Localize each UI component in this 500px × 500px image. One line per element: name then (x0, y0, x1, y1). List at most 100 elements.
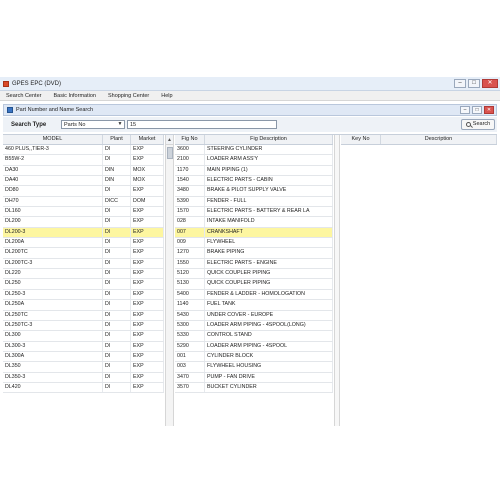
table-row[interactable]: DL420 DI EXP (3, 382, 164, 394)
table-row[interactable]: DL350 DI EXP (3, 362, 164, 373)
search-type-label: Search Type (11, 121, 47, 128)
model-cell: DL300-3 (3, 341, 103, 351)
table-row[interactable]: 5430 UNDER COVER - EUROPE (175, 310, 333, 321)
table-row[interactable]: 001 CYLINDER BLOCK (175, 351, 333, 363)
market-cell: EXP (131, 227, 164, 238)
panel-divider[interactable] (334, 135, 340, 426)
model-cell: DL200TC (3, 248, 103, 258)
table-row[interactable]: 1540 ELECTRIC PARTS - CABIN (175, 176, 333, 187)
menu-shopping-center[interactable]: Shopping Center (102, 93, 155, 99)
table-row[interactable]: 3600 STEERING CYLINDER (175, 145, 333, 156)
fig-no-cell: 1550 (175, 258, 205, 269)
search-type-dropdown[interactable]: Parts No ▼ (61, 120, 125, 129)
table-row[interactable]: DL200-3 DI EXP (3, 227, 164, 239)
table-row[interactable]: 1170 MAIN PIPING (1) (175, 165, 333, 177)
model-cell: DL200-3 (3, 227, 103, 238)
subwindow-maximize-button[interactable]: □ (472, 106, 482, 114)
maximize-button[interactable]: □ (468, 79, 480, 88)
table-row[interactable]: 5290 LOADER ARM PIPING - 4SPOOL (175, 341, 333, 352)
model-cell: DL160 (3, 207, 103, 217)
table-row[interactable]: 028 INTAKE MANIFOLD (175, 217, 333, 228)
table-row[interactable]: DL300-3 DI EXP (3, 341, 164, 352)
table-row[interactable]: 003 FLYWHEEL HOUSING (175, 362, 333, 373)
col-header-fig-description[interactable]: Fig Description (205, 135, 333, 144)
table-row[interactable]: 5300 LOADER ARM PIPING - 4SPOOL(LONG) (175, 320, 333, 332)
table-row[interactable]: 007 CRANKSHAFT (175, 227, 333, 239)
search-button[interactable]: Search (461, 119, 495, 130)
col-header-key-no[interactable]: Key No (341, 135, 381, 144)
fig-description-cell: INTAKE MANIFOLD (205, 217, 333, 227)
table-row[interactable]: DL300 DI EXP (3, 331, 164, 342)
table-row[interactable]: 1140 FUEL TANK (175, 300, 333, 311)
col-header-market[interactable]: Market (131, 135, 164, 144)
table-row[interactable]: 5400 FENDER & LADDER - HOMOLOGATION (175, 289, 333, 301)
fig-no-cell: 007 (175, 227, 205, 238)
table-row[interactable]: DL200TC DI EXP (3, 248, 164, 259)
table-row[interactable]: 3470 PUMP - FAN DRIVE (175, 372, 333, 383)
menu-basic-information[interactable]: Basic Information (47, 93, 102, 99)
model-cell: DD80 (3, 186, 103, 196)
table-row[interactable]: DA40 DIN MOX (3, 176, 164, 187)
table-row[interactable]: DL220 DI EXP (3, 269, 164, 280)
table-row[interactable]: DD80 DI EXP (3, 186, 164, 197)
fig-description-cell: FLYWHEEL HOUSING (205, 362, 333, 372)
fig-no-cell: 3600 (175, 145, 205, 155)
minimize-button[interactable]: – (454, 79, 466, 88)
table-row[interactable]: 5130 QUICK COUPLER PIPING (175, 279, 333, 290)
fig-no-cell: 5330 (175, 331, 205, 341)
market-cell: EXP (131, 289, 164, 300)
table-row[interactable]: 5330 CONTROL STAND (175, 331, 333, 342)
table-row[interactable]: 1550 ELECTRIC PARTS - ENGINE (175, 258, 333, 270)
subwindow-close-button[interactable]: ✕ (484, 106, 494, 114)
col-header-plant[interactable]: Plant (103, 135, 131, 144)
fig-description-cell: MAIN PIPING (1) (205, 165, 333, 176)
market-cell: MOX (131, 165, 164, 176)
plant-cell: DI (103, 310, 131, 320)
table-row[interactable]: DL250 DI EXP (3, 279, 164, 290)
table-row[interactable]: DA30 DIN MOX (3, 165, 164, 177)
subwindow-minimize-button[interactable]: – (460, 106, 470, 114)
table-row[interactable]: DL300A DI EXP (3, 351, 164, 363)
table-row[interactable]: B55W-2 DI EXP (3, 155, 164, 166)
menu-search-center[interactable]: Search Center (0, 93, 47, 99)
vertical-scrollbar[interactable]: ▲ (165, 135, 174, 426)
table-row[interactable]: 5120 QUICK COUPLER PIPING (175, 269, 333, 280)
table-row[interactable]: DL250-3 DI EXP (3, 289, 164, 301)
col-header-description[interactable]: Description (381, 135, 497, 144)
table-row[interactable]: 5390 FENDER - FULL (175, 196, 333, 208)
menu-help[interactable]: Help (155, 93, 178, 99)
table-row[interactable]: DL250A DI EXP (3, 300, 164, 311)
table-row[interactable]: DH70 DICC DOM (3, 196, 164, 208)
market-cell: EXP (131, 186, 164, 196)
market-cell: MOX (131, 176, 164, 186)
table-row[interactable]: DL250TC DI EXP (3, 310, 164, 321)
chevron-down-icon: ▼ (117, 121, 123, 127)
plant-cell: DI (103, 238, 131, 248)
app-titlebar: GPES EPC (DVD) – □ ✕ (0, 77, 500, 91)
table-row[interactable]: 1270 BRAKE PIPING (175, 248, 333, 259)
table-row[interactable]: DL160 DI EXP (3, 207, 164, 218)
scrollbar-thumb[interactable] (167, 147, 173, 159)
fig-no-cell: 1270 (175, 248, 205, 258)
figure-table-body: 3600 STEERING CYLINDER 2100 LOADER ARM ASS'… (175, 145, 333, 394)
market-cell: EXP (131, 372, 164, 382)
col-header-model[interactable]: MODEL (3, 135, 103, 144)
table-row[interactable]: DL200A DI EXP (3, 238, 164, 249)
search-input[interactable]: 15 (127, 120, 277, 129)
table-row[interactable]: DL200TC-3 DI EXP (3, 258, 164, 270)
table-row[interactable]: DL350-3 DI EXP (3, 372, 164, 383)
table-row[interactable]: 3570 BUCKET CYLINDER (175, 382, 333, 394)
scroll-up-arrow-icon[interactable]: ▲ (166, 135, 173, 145)
table-row[interactable]: 009 FLYWHEEL (175, 238, 333, 249)
table-row[interactable]: 1570 ELECTRIC PARTS - BATTERY & REAR LA (175, 207, 333, 218)
close-button[interactable]: ✕ (482, 79, 498, 88)
market-cell: EXP (131, 331, 164, 341)
fig-description-cell: CYLINDER BLOCK (205, 351, 333, 362)
fig-no-cell: 1540 (175, 176, 205, 186)
table-row[interactable]: DL200 DI EXP (3, 217, 164, 228)
table-row[interactable]: 460 PLUS,,TIER-3 DI EXP (3, 145, 164, 156)
table-row[interactable]: 2100 LOADER ARM ASS'Y (175, 155, 333, 166)
table-row[interactable]: 3480 BRAKE & PILOT SUPPLY VALVE (175, 186, 333, 197)
table-row[interactable]: DL250TC-3 DI EXP (3, 320, 164, 332)
col-header-fig-no[interactable]: Fig No (175, 135, 205, 144)
